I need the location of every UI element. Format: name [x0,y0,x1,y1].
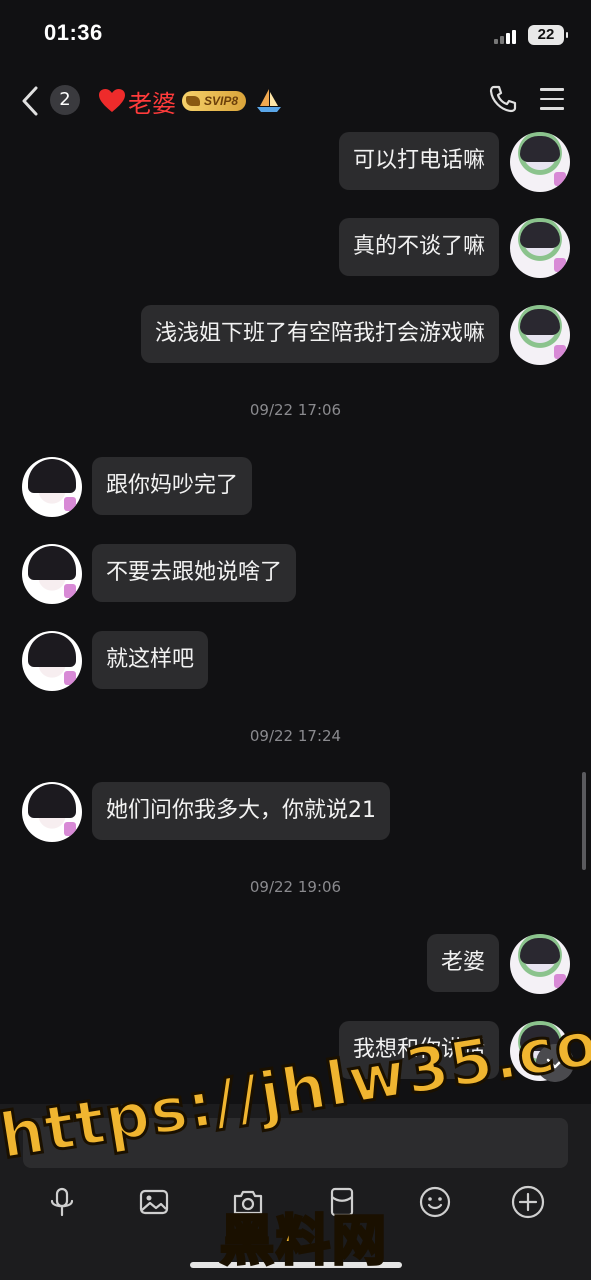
scrollbar[interactable] [582,772,586,870]
image-icon[interactable] [136,1184,172,1220]
status-time: 01:36 [44,20,103,45]
message-bubble-sent[interactable]: 可以打电话嘛 [338,132,499,190]
message-bubble-received[interactable]: 就这样吧 [92,631,209,689]
contact-title[interactable]: 老婆 SVIP8 [98,84,284,118]
message-bubble-received[interactable]: 不要去跟她说啥了 [92,544,297,602]
contact-avatar[interactable] [22,631,82,691]
my-avatar[interactable] [510,305,570,365]
contact-avatar[interactable] [22,544,82,604]
watermark-name: 黑料网 [219,1208,388,1274]
my-avatar[interactable] [510,934,570,994]
my-avatar[interactable] [510,132,570,192]
sailboat-icon [257,89,282,112]
message-bubble-received[interactable]: 跟你妈吵完了 [92,457,253,515]
message-timestamp: 09/22 17:06 [249,401,342,419]
message-timestamp: 09/22 17:24 [249,727,342,745]
message-list[interactable]: 可以打电话嘛 真的不谈了嘛 浅浅姐下班了有空陪我打会游戏嘛 09/22 17:0… [0,132,591,1104]
phone-icon[interactable] [488,84,518,114]
back-chevron-icon[interactable] [18,84,44,118]
message-bubble-received[interactable]: 她们问你我多大，你就说21 [92,782,390,840]
menu-icon[interactable] [540,88,564,110]
signal-icon [494,30,516,44]
voice-icon[interactable] [44,1184,80,1220]
emoji-icon[interactable] [417,1184,453,1220]
plus-icon[interactable] [510,1184,546,1220]
battery-icon: 22 [528,25,568,45]
contact-avatar[interactable] [22,457,82,517]
message-bubble-sent[interactable]: 真的不谈了嘛 [338,218,499,276]
contact-avatar[interactable] [22,782,82,842]
my-avatar[interactable] [510,218,570,278]
message-bubble-sent[interactable]: 浅浅姐下班了有空陪我打会游戏嘛 [140,305,499,363]
chat-header: 2 老婆 SVIP8 [0,70,591,132]
svip-badge-icon: SVIP8 [182,91,247,111]
status-bar: 01:36 22 [0,0,591,70]
unread-count-badge[interactable]: 2 [50,85,80,115]
message-bubble-sent[interactable]: 老婆 [426,934,499,992]
message-timestamp: 09/22 19:06 [249,878,342,896]
contact-name: 老婆 [128,89,176,118]
heart-icon [99,89,125,112]
